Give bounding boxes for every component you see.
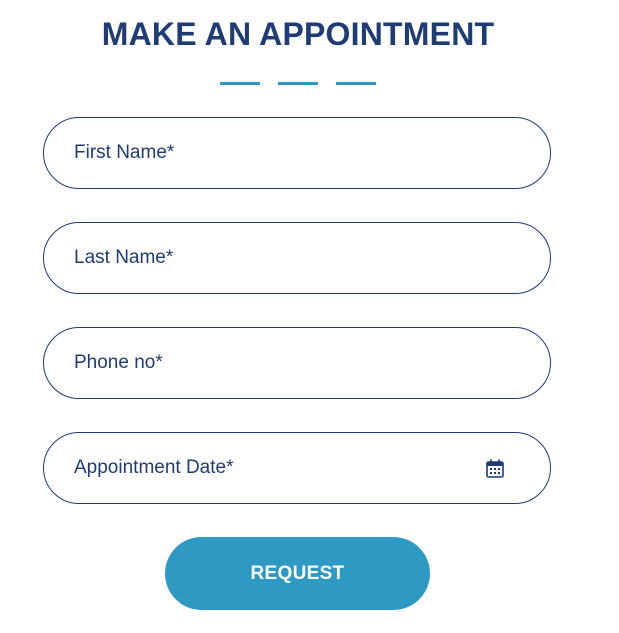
page-title: MAKE AN APPOINTMENT: [101, 16, 495, 52]
title-divider-dash: [220, 82, 260, 85]
first-name-placeholder: First Name*: [74, 142, 175, 163]
appointment-date-placeholder: Appointment Date*: [74, 457, 234, 478]
last-name-field[interactable]: Last Name*: [43, 222, 551, 294]
title-divider-dash: [278, 82, 318, 85]
request-button[interactable]: REQUEST: [165, 537, 430, 610]
phone-placeholder: Phone no*: [74, 352, 163, 373]
phone-field[interactable]: Phone no*: [43, 327, 551, 399]
appointment-date-field[interactable]: Appointment Date*: [43, 432, 551, 504]
first-name-field[interactable]: First Name*: [43, 117, 551, 189]
last-name-placeholder: Last Name*: [74, 247, 174, 268]
calendar-icon[interactable]: [486, 459, 504, 478]
title-divider-dash: [336, 82, 376, 85]
